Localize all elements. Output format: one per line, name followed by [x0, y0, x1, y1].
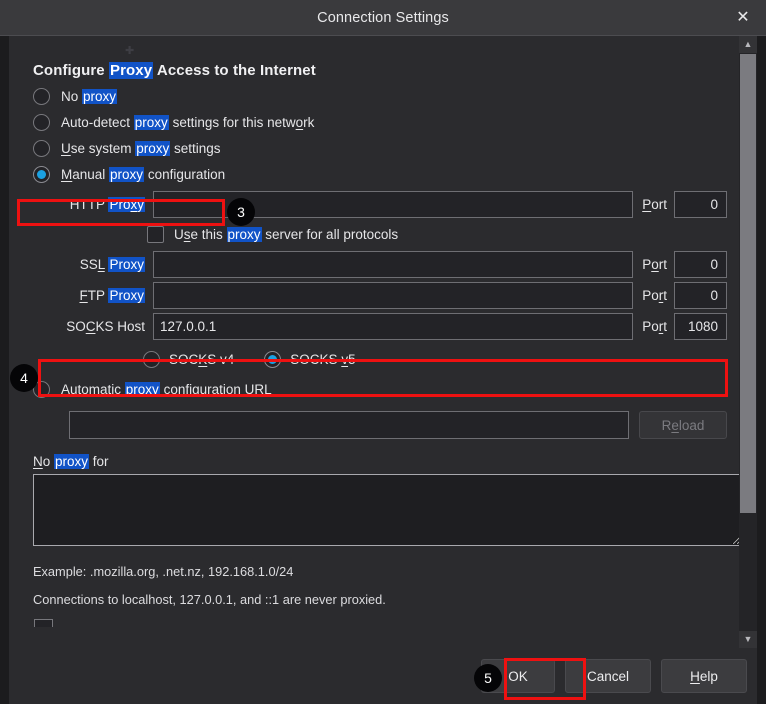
http-port-input[interactable]: [674, 190, 727, 218]
label-highlight: Proxy: [108, 256, 145, 272]
label-pre: Manual: [61, 166, 110, 182]
partial-checkbox-icon[interactable]: [34, 619, 53, 627]
vertical-scrollbar[interactable]: ▲ ▼: [739, 36, 757, 648]
step-badge-4: 4: [10, 364, 38, 392]
localhost-hint: Connections to localhost, 127.0.0.1, and…: [33, 592, 386, 607]
section-heading-post: Access to the Internet: [153, 62, 316, 79]
label-pre: FTP: [79, 287, 109, 303]
http-port-label: Port: [642, 196, 667, 212]
ssl-port-label: Port: [642, 256, 667, 272]
socks-v5-label: SOCKS v5: [290, 351, 356, 367]
radio-icon[interactable]: [33, 87, 50, 105]
socks-host-label: SOCKS Host: [66, 318, 145, 334]
ssl-proxy-label: SSL Proxy: [21, 256, 153, 272]
proxy-mode-pac[interactable]: Automatic proxy configuration URL: [33, 376, 727, 402]
socks-host-row: SOCKS Host Port: [21, 312, 727, 340]
label-post: settings for this network: [168, 114, 315, 130]
socks-v5-option[interactable]: SOCKS v5: [264, 350, 375, 368]
connection-settings-dialog: Connection Settings ✕ ✚ Configure Proxy …: [0, 0, 766, 704]
proxy-mode-label: Auto-detect proxy settings for this netw…: [61, 114, 315, 130]
socks-version-row: SOCKS v4 SOCKS v5: [143, 346, 727, 372]
label-pre: SSL: [79, 256, 105, 272]
label-post: for: [89, 454, 109, 469]
label-highlight: proxy: [133, 114, 169, 130]
cancel-button[interactable]: Cancel: [565, 659, 651, 693]
http-proxy-input[interactable]: [153, 190, 634, 218]
proxy-mode-manual[interactable]: Manual proxy configuration: [33, 161, 727, 187]
proxy-mode-auto-detect[interactable]: Auto-detect proxy settings for this netw…: [33, 109, 727, 135]
radio-icon[interactable]: [264, 350, 282, 368]
radio-icon[interactable]: [33, 113, 50, 131]
label-highlight: proxy: [54, 454, 90, 469]
ftp-proxy-label: FTP Proxy: [21, 287, 153, 303]
pac-url-input[interactable]: [69, 411, 629, 439]
reload-button[interactable]: Re load: [639, 411, 727, 439]
close-icon[interactable]: ✕: [720, 0, 766, 35]
socks-port-input[interactable]: [674, 312, 727, 340]
label-pre: HTTP: [69, 196, 109, 212]
proxy-mode-label: Manual proxy configuration: [61, 166, 226, 182]
label-highlight: proxy: [226, 226, 262, 242]
radio-icon[interactable]: [33, 165, 50, 183]
radio-icon[interactable]: [143, 350, 160, 368]
proxy-mode-no-proxy[interactable]: No proxy: [33, 83, 727, 109]
label-pre: Auto-detect: [61, 114, 134, 130]
proxy-mode-use-system[interactable]: Use system proxy settings: [33, 135, 727, 161]
dialog-body: ✚ Configure Proxy Access to the Internet…: [0, 36, 766, 704]
ftp-port-input[interactable]: [674, 281, 727, 309]
socks-port-label: Port: [642, 318, 667, 334]
step-badge-3: 3: [227, 198, 255, 226]
chevron-down-icon[interactable]: ▼: [739, 631, 757, 648]
label-highlight: proxy: [124, 381, 160, 397]
section-heading-pre: Configure: [33, 62, 109, 79]
socks-v4-option[interactable]: SOCKS v4: [143, 350, 254, 368]
help-button[interactable]: Help: [661, 659, 747, 693]
label-post: configuration URL: [159, 381, 272, 397]
label-pre: Use system: [61, 140, 136, 156]
no-proxy-for-textarea[interactable]: [33, 474, 739, 546]
ssl-proxy-row: SSL Proxy Port: [21, 250, 727, 278]
ftp-proxy-row: FTP Proxy Port: [21, 281, 727, 309]
proxy-mode-label: No proxy: [61, 88, 118, 104]
titlebar: Connection Settings ✕: [0, 0, 766, 36]
label-pre: Use this: [174, 226, 227, 242]
proxy-mode-label: Use system proxy settings: [61, 140, 221, 156]
page-title: Connection Settings: [317, 9, 449, 26]
cursor-artifact-icon: ✚: [125, 45, 135, 57]
label-highlight: proxy: [135, 140, 171, 156]
label-post: server for all protocols: [261, 226, 399, 242]
label-highlight: proxy: [109, 166, 145, 182]
label-highlight: Proxy: [108, 287, 145, 303]
http-proxy-label: HTTP Proxy: [21, 196, 153, 212]
scrollbar-thumb[interactable]: [740, 54, 756, 513]
use-for-all-protocols-label: Use this proxy server for all protocols: [174, 226, 399, 242]
no-proxy-for-label: No proxy for: [33, 454, 727, 469]
http-proxy-row: HTTP Proxy Port: [21, 190, 727, 218]
section-heading-highlight: Proxy: [109, 62, 154, 79]
radio-icon[interactable]: [33, 139, 50, 157]
label-highlight: proxy: [82, 88, 118, 104]
example-hint: Example: .mozilla.org, .net.nz, 192.168.…: [33, 564, 294, 579]
chevron-up-icon[interactable]: ▲: [739, 36, 757, 53]
step-badge-5: 5: [474, 664, 502, 692]
label-pre: Automatic: [61, 381, 125, 397]
settings-scroll-area: ✚ Configure Proxy Access to the Internet…: [9, 36, 739, 648]
checkbox-icon[interactable]: [147, 225, 164, 243]
ssl-port-input[interactable]: [674, 250, 727, 278]
ftp-proxy-input[interactable]: [153, 281, 634, 309]
label-post: configuration: [144, 166, 226, 182]
section-heading: Configure Proxy Access to the Internet: [33, 62, 727, 79]
ssl-proxy-input[interactable]: [153, 250, 634, 278]
pac-label: Automatic proxy configuration URL: [61, 381, 272, 397]
label-post: settings: [170, 140, 221, 156]
label-pre: No: [61, 88, 83, 104]
label-highlight: Proxy: [108, 196, 145, 212]
socks-host-input[interactable]: [153, 312, 634, 340]
pac-url-row: Re load: [69, 410, 727, 440]
socks-v4-label: SOCKS v4: [169, 351, 235, 367]
use-for-all-protocols-row[interactable]: Use this proxy server for all protocols: [147, 221, 727, 247]
ftp-port-label: Port: [642, 287, 667, 303]
dialog-footer: OK Cancel Help: [9, 648, 757, 704]
label-pre: No: [33, 454, 55, 469]
